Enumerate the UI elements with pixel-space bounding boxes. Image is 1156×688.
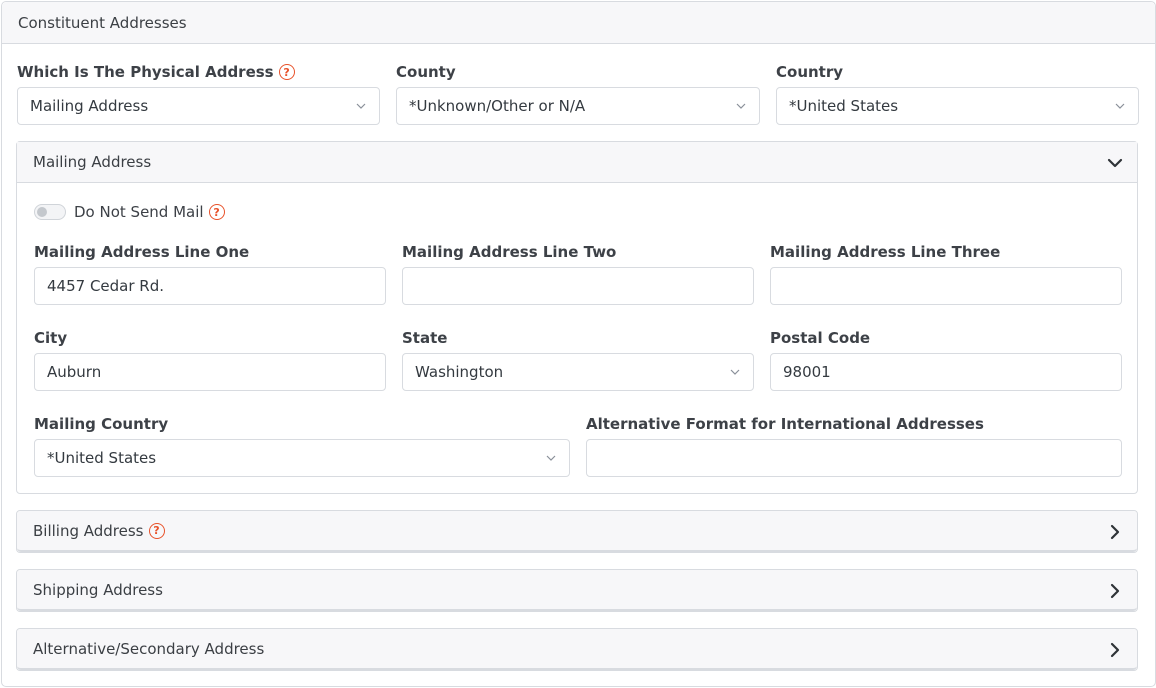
chevron-down-icon[interactable] xyxy=(1107,155,1123,171)
mailing-line1-input[interactable]: 4457 Cedar Rd. xyxy=(34,267,386,305)
card-title: Constituent Addresses xyxy=(18,13,187,32)
chevron-down-icon xyxy=(730,369,740,375)
billing-address-section: Billing Address ? xyxy=(16,510,1138,553)
alt-format-label-text: Alternative Format for International Add… xyxy=(586,415,984,433)
billing-address-title: Billing Address xyxy=(33,521,144,540)
mailing-country-label-text: Mailing Country xyxy=(34,415,169,433)
physical-address-value: Mailing Address xyxy=(30,97,149,115)
chevron-down-icon xyxy=(356,103,366,109)
mailing-country-label: Mailing Country xyxy=(34,414,168,434)
city-input[interactable]: Auburn xyxy=(34,353,386,391)
mailing-line2-input[interactable] xyxy=(402,267,754,305)
state-select[interactable]: Washington xyxy=(402,353,754,391)
county-label: County xyxy=(396,62,456,82)
state-value: Washington xyxy=(415,363,504,381)
toggle-knob xyxy=(37,207,47,217)
mailing-address-title: Mailing Address xyxy=(33,153,152,171)
alt-format-input[interactable] xyxy=(586,439,1122,477)
chevron-right-icon[interactable] xyxy=(1107,583,1123,599)
alt-format-label: Alternative Format for International Add… xyxy=(586,414,984,434)
help-icon[interactable]: ? xyxy=(208,204,225,220)
county-label-text: County xyxy=(396,63,456,81)
city-label-text: City xyxy=(34,329,68,347)
line2-label-text: Mailing Address Line Two xyxy=(402,243,617,261)
physical-address-label: Which Is The Physical Address ? xyxy=(17,62,295,82)
shipping-address-title: Shipping Address xyxy=(33,580,163,599)
county-select[interactable]: *Unknown/Other or N/A xyxy=(396,87,760,125)
country-label-text: Country xyxy=(776,63,844,81)
do-not-send-mail-toggle[interactable] xyxy=(34,204,66,220)
mailing-line1-value: 4457 Cedar Rd. xyxy=(47,277,165,295)
line1-label: Mailing Address Line One xyxy=(34,242,249,262)
postal-code-label-text: Postal Code xyxy=(770,329,871,347)
physical-address-label-text: Which Is The Physical Address xyxy=(17,63,274,81)
line2-label: Mailing Address Line Two xyxy=(402,242,616,262)
shipping-address-section: Shipping Address xyxy=(16,569,1138,612)
do-not-send-mail-row: Do Not Send Mail ? xyxy=(34,202,225,222)
city-value: Auburn xyxy=(47,363,102,381)
card-header: Constituent Addresses xyxy=(2,2,1155,44)
postal-code-label: Postal Code xyxy=(770,328,870,348)
help-icon[interactable]: ? xyxy=(148,522,165,539)
line3-label-text: Mailing Address Line Three xyxy=(770,243,1001,261)
alternative-address-title: Alternative/Secondary Address xyxy=(33,639,265,658)
mailing-address-header[interactable]: Mailing Address xyxy=(17,142,1137,183)
state-label-text: State xyxy=(402,329,448,347)
chevron-right-icon[interactable] xyxy=(1107,642,1123,658)
county-value: *Unknown/Other or N/A xyxy=(409,97,586,115)
postal-code-input[interactable]: 98001 xyxy=(770,353,1122,391)
mailing-line3-input[interactable] xyxy=(770,267,1122,305)
alternative-address-section: Alternative/Secondary Address xyxy=(16,628,1138,671)
do-not-send-mail-label: Do Not Send Mail xyxy=(74,203,204,221)
billing-address-header[interactable]: Billing Address ? xyxy=(17,511,1137,552)
postal-code-value: 98001 xyxy=(783,363,831,381)
mailing-country-select[interactable]: *United States xyxy=(34,439,570,477)
country-label: Country xyxy=(776,62,843,82)
country-select[interactable]: *United States xyxy=(776,87,1139,125)
city-label: City xyxy=(34,328,67,348)
help-icon[interactable]: ? xyxy=(278,64,295,80)
mailing-country-value: *United States xyxy=(47,449,157,467)
alternative-address-header[interactable]: Alternative/Secondary Address xyxy=(17,629,1137,670)
chevron-down-icon xyxy=(736,103,746,109)
chevron-down-icon xyxy=(1115,103,1125,109)
country-value: *United States xyxy=(789,97,899,115)
chevron-right-icon[interactable] xyxy=(1107,524,1123,540)
shipping-address-header[interactable]: Shipping Address xyxy=(17,570,1137,611)
line1-label-text: Mailing Address Line One xyxy=(34,243,250,261)
line3-label: Mailing Address Line Three xyxy=(770,242,1000,262)
chevron-down-icon xyxy=(546,455,556,461)
physical-address-select[interactable]: Mailing Address xyxy=(17,87,380,125)
state-label: State xyxy=(402,328,447,348)
